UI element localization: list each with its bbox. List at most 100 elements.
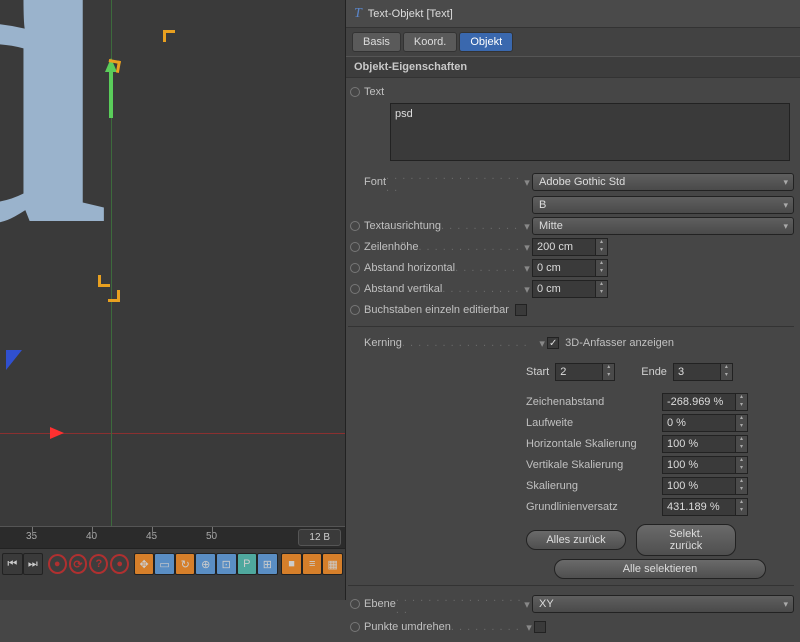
editable-label: Buchstaben einzeln editierbar <box>364 304 509 316</box>
list-button[interactable]: ≡ <box>302 553 323 575</box>
ruler-tick <box>212 527 213 535</box>
render-button[interactable]: ■ <box>281 553 302 575</box>
go-end-button[interactable]: ⏭ <box>23 553 44 575</box>
selection-bracket-icon <box>98 275 110 287</box>
go-start-button[interactable]: ⏮ <box>2 553 23 575</box>
anim-dot-icon[interactable] <box>350 305 360 315</box>
align-select[interactable]: Mitte <box>532 217 794 235</box>
tracking-label: Laufweite <box>526 417 656 429</box>
lineheight-label: Zeilenhöhe <box>364 241 418 253</box>
spinner-icon[interactable]: ▴▾ <box>595 260 607 276</box>
charspace-input[interactable]: -268.969 %▴▾ <box>662 393 748 411</box>
spinner-icon[interactable]: ▴▾ <box>735 394 747 410</box>
panel-title: Text-Objekt [Text] <box>368 8 453 20</box>
reset-selection-button[interactable]: Selekt. zurück <box>636 524 736 556</box>
flip-checkbox[interactable] <box>534 621 546 633</box>
pla-tool-button[interactable]: ⊡ <box>216 553 237 575</box>
chevron-down-icon[interactable]: ▾ <box>524 621 534 634</box>
settings-button[interactable]: ▦ <box>322 553 343 575</box>
kerning-label: Kerning <box>364 337 402 349</box>
editable-checkbox[interactable] <box>515 304 527 316</box>
axis-x-arrow-icon[interactable] <box>50 427 64 439</box>
hspace-input[interactable]: 0 cm▴▾ <box>532 259 608 277</box>
spinner-icon[interactable]: ▴▾ <box>735 478 747 494</box>
panel-header: T Text-Objekt [Text] <box>346 0 800 28</box>
scale-tool-button[interactable]: ▭ <box>154 553 175 575</box>
vspace-input[interactable]: 0 cm▴▾ <box>532 280 608 298</box>
baseline-label: Grundlinienversatz <box>526 501 656 513</box>
chevron-down-icon[interactable]: ▾ <box>522 283 532 296</box>
handle-icon[interactable] <box>6 350 22 370</box>
spinner-icon[interactable]: ▴▾ <box>595 239 607 255</box>
flip-label: Punkte umdrehen <box>364 621 451 633</box>
autokey-button[interactable]: ⟳ <box>69 554 88 574</box>
font-weight-select[interactable]: B <box>532 196 794 214</box>
scale-input[interactable]: 100 %▴▾ <box>662 477 748 495</box>
spinner-icon[interactable]: ▴▾ <box>720 364 732 380</box>
help-button[interactable]: ? <box>89 554 108 574</box>
anim-dot-icon[interactable] <box>350 242 360 252</box>
prop-plane: Ebene . . . . . . . . . . . . . . . . . … <box>348 592 794 616</box>
selection-bracket-icon <box>163 30 175 42</box>
key-button[interactable]: ● <box>110 554 129 574</box>
hscale-input[interactable]: 100 %▴▾ <box>662 435 748 453</box>
move-tool-button[interactable]: ✥ <box>134 553 155 575</box>
hscale-label: Horizontale Skalierung <box>526 438 656 450</box>
chevron-down-icon[interactable]: ▾ <box>522 220 532 233</box>
chevron-down-icon[interactable]: ▾ <box>537 337 547 350</box>
anim-dot-icon[interactable] <box>350 263 360 273</box>
spinner-icon[interactable]: ▴▾ <box>735 457 747 473</box>
font-select[interactable]: Adobe Gothic Std <box>532 173 794 191</box>
timeline-ruler[interactable]: 35 40 45 50 12 B <box>0 526 345 548</box>
text-object-icon: T <box>354 6 362 22</box>
kerning-block: Start 2▴▾ Ende 3▴▾ Zeichenabstand -268.9… <box>526 363 794 579</box>
anim-dot-icon[interactable] <box>350 622 360 632</box>
point-tool-button[interactable]: P <box>237 553 258 575</box>
chevron-down-icon[interactable]: ▾ <box>522 262 532 275</box>
panel-tabs: Basis Koord. Objekt <box>346 28 800 56</box>
rotate-tool-button[interactable]: ↻ <box>175 553 196 575</box>
spinner-icon[interactable]: ▴▾ <box>735 436 747 452</box>
show3d-checkbox[interactable] <box>547 337 559 349</box>
select-all-button[interactable]: Alle selektieren <box>554 559 766 579</box>
viewport-3d[interactable]: d <box>0 0 345 526</box>
spinner-icon[interactable]: ▴▾ <box>595 281 607 297</box>
text-input[interactable]: psd <box>390 103 790 161</box>
spinner-icon[interactable]: ▴▾ <box>602 364 614 380</box>
record-button[interactable]: ● <box>48 554 67 574</box>
reset-all-button[interactable]: Alles zurück <box>526 530 626 550</box>
anim-dot-icon[interactable] <box>350 284 360 294</box>
tracking-input[interactable]: 0 %▴▾ <box>662 414 748 432</box>
selection-bracket-icon <box>108 290 120 302</box>
ruler-tick <box>32 527 33 535</box>
start-input[interactable]: 2▴▾ <box>555 363 615 381</box>
anim-dot-icon[interactable] <box>350 87 360 97</box>
vscale-input[interactable]: 100 %▴▾ <box>662 456 748 474</box>
param-tool-button[interactable]: ⊕ <box>195 553 216 575</box>
tab-basis[interactable]: Basis <box>352 32 401 52</box>
section-header: Objekt-Eigenschaften <box>346 56 800 78</box>
lineheight-input[interactable]: 200 cm▴▾ <box>532 238 608 256</box>
text-label: Text <box>364 86 384 98</box>
end-input[interactable]: 3▴▾ <box>673 363 733 381</box>
anim-dot-icon[interactable] <box>350 599 360 609</box>
spinner-icon[interactable]: ▴▾ <box>735 499 747 515</box>
spinner-icon[interactable]: ▴▾ <box>735 415 747 431</box>
scale-label: Skalierung <box>526 480 656 492</box>
hspace-label: Abstand horizontal <box>364 262 455 274</box>
tab-objekt[interactable]: Objekt <box>459 32 513 52</box>
chevron-down-icon[interactable]: ▾ <box>522 241 532 254</box>
baseline-input[interactable]: 431.189 %▴▾ <box>662 498 748 516</box>
grid-tool-button[interactable]: ⊞ <box>257 553 278 575</box>
tab-koord[interactable]: Koord. <box>403 32 457 52</box>
chevron-down-icon[interactable]: ▾ <box>522 598 532 611</box>
anim-dot-icon[interactable] <box>350 221 360 231</box>
vspace-label: Abstand vertikal <box>364 283 442 295</box>
selection-bracket-icon <box>107 59 121 73</box>
chevron-down-icon[interactable]: ▾ <box>522 176 532 189</box>
plane-select[interactable]: XY <box>532 595 794 613</box>
divider <box>348 585 794 586</box>
prop-font: Font . . . . . . . . . . . . . . . . . .… <box>348 170 794 194</box>
end-label: Ende <box>641 366 667 378</box>
align-label: Textausrichtung <box>364 220 441 232</box>
